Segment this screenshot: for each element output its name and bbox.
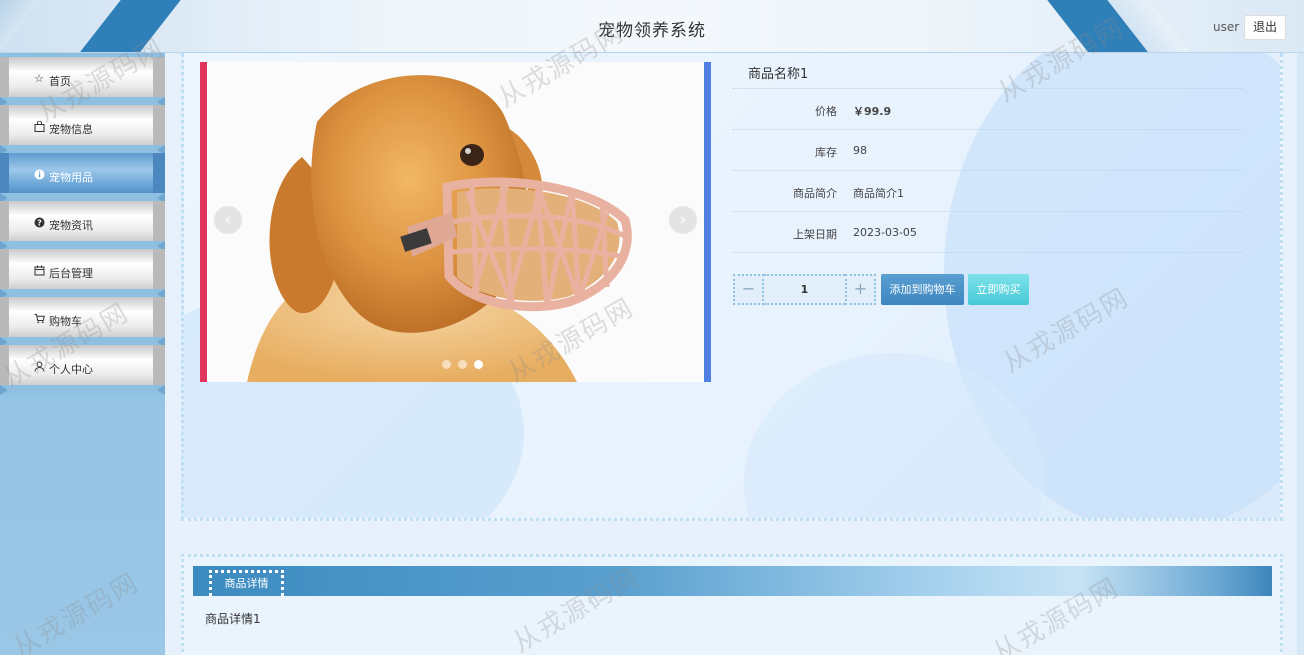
buy-now-button[interactable]: 立即购买 (968, 274, 1029, 305)
info-circle-icon (33, 169, 45, 181)
field-value: 2023-03-05 (853, 226, 917, 239)
carousel-dot[interactable] (474, 360, 483, 369)
sidebar-item-cart[interactable]: 购物车 (0, 297, 165, 347)
logout-button[interactable]: 退出 (1244, 15, 1286, 40)
sidebar-item-label: 购物车 (49, 315, 82, 328)
product-image-carousel[interactable]: ‹ › (200, 62, 711, 382)
sidebar-item-label: 宠物信息 (49, 123, 93, 136)
chevron-left-icon: ‹ (224, 210, 232, 229)
carousel-dot[interactable] (458, 360, 467, 369)
sidebar-item-pet-supplies[interactable]: 宠物用品 (0, 153, 165, 203)
cart-icon (33, 313, 45, 325)
sidebar-item-label: 个人中心 (49, 363, 93, 376)
sidebar-item-profile[interactable]: 个人中心 (0, 345, 165, 395)
field-value: 98 (853, 144, 867, 157)
sidebar-item-label: 首页 (49, 75, 71, 88)
quantity-decrease-button[interactable]: − (733, 274, 764, 305)
sidebar-item-label: 后台管理 (49, 267, 93, 280)
user-icon (33, 361, 45, 373)
detail-header-bar (193, 566, 1272, 596)
sidebar-item-home[interactable]: ☆ 首页 (0, 57, 165, 107)
carousel-prev-button[interactable]: ‹ (214, 206, 242, 234)
star-outline-icon: ☆ (34, 72, 44, 85)
product-name: 商品名称1 (733, 62, 1243, 89)
sidebar-item-pet-news[interactable]: ? 宠物资讯 (0, 201, 165, 251)
field-label: 商品简介 (793, 187, 837, 200)
add-to-cart-button[interactable]: 添加到购物车 (881, 274, 964, 305)
quantity-increase-button[interactable]: + (845, 274, 876, 305)
question-circle-icon: ? (33, 217, 45, 229)
current-user: user (1213, 20, 1240, 34)
info-row-price: 价格 ￥99.9 (733, 89, 1243, 130)
field-label: 库存 (815, 146, 837, 159)
sidebar: ☆ 首页 宠物信息 宠物用品 ? 宠物资讯 后台管理 购物车 个人中心 (0, 53, 165, 655)
calendar-icon (33, 265, 45, 277)
page-scrollbar[interactable] (1297, 53, 1304, 655)
chevron-right-icon: › (679, 210, 687, 229)
top-header: 宠物领养系统 user 退出 (0, 0, 1304, 53)
bag-icon (33, 120, 45, 133)
info-row-date: 上架日期 2023-03-05 (733, 212, 1243, 253)
carousel-next-button[interactable]: › (669, 206, 697, 234)
info-row-summary: 商品简介 商品简介1 (733, 171, 1243, 212)
field-label: 上架日期 (793, 228, 837, 241)
info-row-stock: 库存 98 (733, 130, 1243, 171)
field-label: 价格 (815, 105, 837, 118)
dog-muzzle-image (207, 62, 704, 382)
sidebar-item-admin[interactable]: 后台管理 (0, 249, 165, 299)
plus-icon: + (853, 279, 868, 298)
minus-icon: − (741, 279, 756, 298)
field-value: ￥99.9 (853, 105, 892, 118)
product-detail-content: 商品详情1 (205, 612, 261, 626)
sidebar-item-label: 宠物资讯 (49, 219, 93, 232)
carousel-dot[interactable] (442, 360, 451, 369)
app-title: 宠物领养系统 (598, 21, 706, 41)
field-value: 商品简介1 (853, 187, 904, 200)
sidebar-item-label: 宠物用品 (49, 171, 93, 184)
tab-product-detail[interactable]: 商品详情 (209, 570, 284, 596)
quantity-stepper: − + (733, 274, 876, 305)
quantity-input[interactable] (764, 274, 845, 305)
sidebar-item-pet-info[interactable]: 宠物信息 (0, 105, 165, 155)
svg-text:?: ? (37, 218, 42, 227)
product-info: 商品名称1 价格 ￥99.9 库存 98 商品简介 商品简介1 上架日期 202… (733, 62, 1243, 253)
